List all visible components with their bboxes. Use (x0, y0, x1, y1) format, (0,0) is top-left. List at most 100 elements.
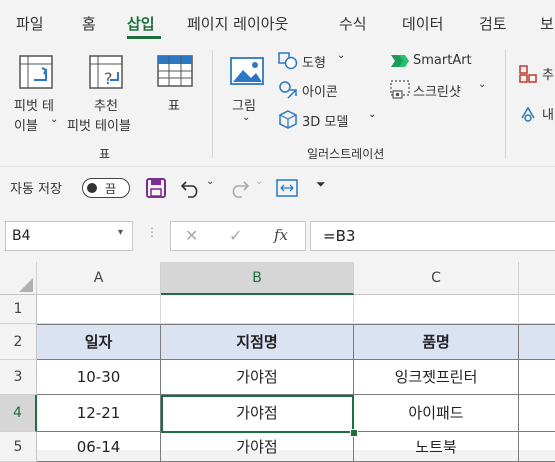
ribbon: 피벗 테 이블 ⌄ ? 추천 피벗 테이블 표 표 그림 ⌄ 도형 ⌄ 아이콘 … (0, 42, 555, 166)
active-cell-border (161, 395, 354, 433)
svg-text:?: ? (104, 69, 113, 88)
cell-b1[interactable] (161, 295, 354, 324)
my-addins-icon (521, 106, 535, 122)
tab-home[interactable]: 홈 (82, 13, 96, 34)
row-header-4[interactable]: 4 (0, 395, 37, 432)
pivot-table-icon (19, 55, 53, 89)
tab-more[interactable]: 보 (540, 13, 554, 34)
table-icon (157, 55, 193, 87)
pivot-table-label-2: 이블 (14, 119, 38, 134)
row-header-3[interactable]: 3 (0, 360, 37, 395)
row-header-1[interactable]: 1 (0, 295, 37, 324)
recommended-pivot-label-2: 피벗 테이블 (67, 119, 131, 134)
cancel-icon[interactable]: ✕ (185, 226, 198, 245)
column-header-d[interactable] (519, 262, 555, 295)
icons-label[interactable]: 아이콘 (302, 81, 338, 100)
cell-d3[interactable] (519, 360, 555, 395)
undo-icon[interactable] (180, 178, 202, 198)
group-divider (212, 50, 213, 158)
fit-width-icon[interactable] (276, 179, 298, 197)
pivot-table-label-1: 피벗 테 (14, 99, 55, 114)
name-box-value: B4 (12, 228, 31, 244)
chevron-down-icon[interactable]: ⌄ (206, 176, 214, 187)
save-icon[interactable] (146, 178, 166, 198)
chevron-down-icon[interactable]: ⌄ (368, 109, 376, 120)
tab-data[interactable]: 데이터 (402, 13, 443, 34)
formula-text: =B3 (323, 227, 356, 245)
cell-c2[interactable]: 품명 (354, 324, 519, 360)
autosave-label: 자동 저장 (10, 182, 62, 197)
select-all-corner[interactable] (0, 262, 37, 295)
row-header-5[interactable]: 5 (0, 432, 37, 462)
customize-qat-icon[interactable]: ⏷ (316, 177, 326, 192)
table-label: 표 (168, 99, 180, 114)
shapes-label[interactable]: 도형 (302, 52, 326, 71)
picture-button[interactable] (229, 56, 265, 90)
row-header-2[interactable]: 2 (0, 324, 37, 360)
select-all-icon (19, 278, 33, 292)
cell-c5[interactable]: 노트북 (354, 432, 519, 462)
cell-c4[interactable]: 아이패드 (354, 395, 519, 432)
cell-a1[interactable] (37, 295, 161, 324)
chevron-down-icon[interactable]: ▾ (118, 227, 123, 238)
ribbon-tabs: 파일 홈 삽입 페이지 레이아웃 수식 데이터 검토 보 (0, 0, 555, 42)
cell-a3[interactable]: 10-30 (37, 360, 161, 395)
column-header-a[interactable]: A (37, 262, 161, 295)
cell-a2[interactable]: 일자 (37, 324, 161, 360)
enter-icon[interactable]: ✓ (229, 226, 242, 245)
chevron-down-icon[interactable]: ⌄ (255, 176, 263, 187)
chevron-down-icon[interactable]: ⌄ (242, 112, 250, 123)
redo-icon[interactable] (228, 178, 250, 198)
group-label-tables: 표 (99, 147, 111, 161)
formula-input[interactable]: =B3 (310, 221, 555, 251)
group-label-illustrations: 일러스트레이션 (307, 147, 385, 161)
cell-d1[interactable] (519, 295, 555, 324)
chevron-down-icon[interactable]: ⌄ (478, 79, 486, 90)
chevron-down-icon[interactable]: ⌄ (50, 114, 58, 125)
my-addins-label[interactable]: 내 (542, 104, 554, 123)
tab-file[interactable]: 파일 (16, 13, 44, 34)
chevron-down-icon[interactable]: ⌄ (337, 50, 345, 61)
cell-d4[interactable] (519, 395, 555, 432)
cell-c1[interactable] (354, 295, 519, 324)
cell-d2[interactable] (519, 324, 555, 360)
tab-insert[interactable]: 삽입 (127, 13, 155, 34)
smartart-label[interactable]: SmartArt (413, 53, 472, 68)
addins-label[interactable]: 추 (542, 64, 554, 83)
cell-b2[interactable]: 지점명 (161, 324, 354, 360)
active-tab-indicator (127, 36, 161, 39)
cell-d5[interactable] (519, 432, 555, 462)
tab-formulas[interactable]: 수식 (339, 13, 367, 34)
smartart-icon (391, 55, 409, 67)
autosave-toggle[interactable]: 끔 (82, 178, 130, 198)
3d-models-icon (279, 110, 297, 129)
cell-b3[interactable]: 가야점 (161, 360, 354, 395)
drag-handle-icon[interactable]: ⋮ (146, 225, 158, 239)
cell-c3[interactable]: 잉크젯프린터 (354, 360, 519, 395)
recommended-pivot-button[interactable]: ? (88, 54, 124, 94)
autosave-state: 끔 (105, 182, 117, 196)
screenshot-label[interactable]: 스크린샷 (413, 81, 461, 100)
3d-models-label[interactable]: 3D 모델 (302, 111, 348, 130)
column-header-c[interactable]: C (354, 262, 519, 295)
cell-a5[interactable]: 06-14 (37, 432, 161, 462)
insert-function-icon[interactable]: fx (274, 226, 288, 244)
name-box[interactable]: B4 ▾ (5, 221, 133, 251)
quick-access-toolbar: 자동 저장 끔 ⌄ ⌄ ⏷ (0, 166, 555, 209)
shapes-icon (278, 52, 298, 70)
tab-review[interactable]: 검토 (479, 13, 507, 34)
tab-page-layout[interactable]: 페이지 레이아웃 (187, 13, 288, 34)
table-button[interactable] (156, 54, 194, 92)
column-header-b[interactable]: B (161, 262, 354, 295)
group-divider (505, 50, 506, 158)
picture-icon (230, 57, 264, 85)
icons-icon (279, 81, 297, 99)
pivot-table-button[interactable] (18, 54, 54, 94)
addins-icon (519, 65, 537, 83)
cell-a4[interactable]: 12-21 (37, 395, 161, 432)
fill-handle[interactable] (350, 429, 358, 437)
formula-bar: B4 ▾ ⋮ ✕ ✓ fx =B3 (0, 208, 555, 262)
recommended-pivot-label-1: 추천 (94, 99, 118, 114)
cell-b5[interactable]: 가야점 (161, 432, 354, 462)
recommended-pivot-icon: ? (89, 55, 123, 89)
